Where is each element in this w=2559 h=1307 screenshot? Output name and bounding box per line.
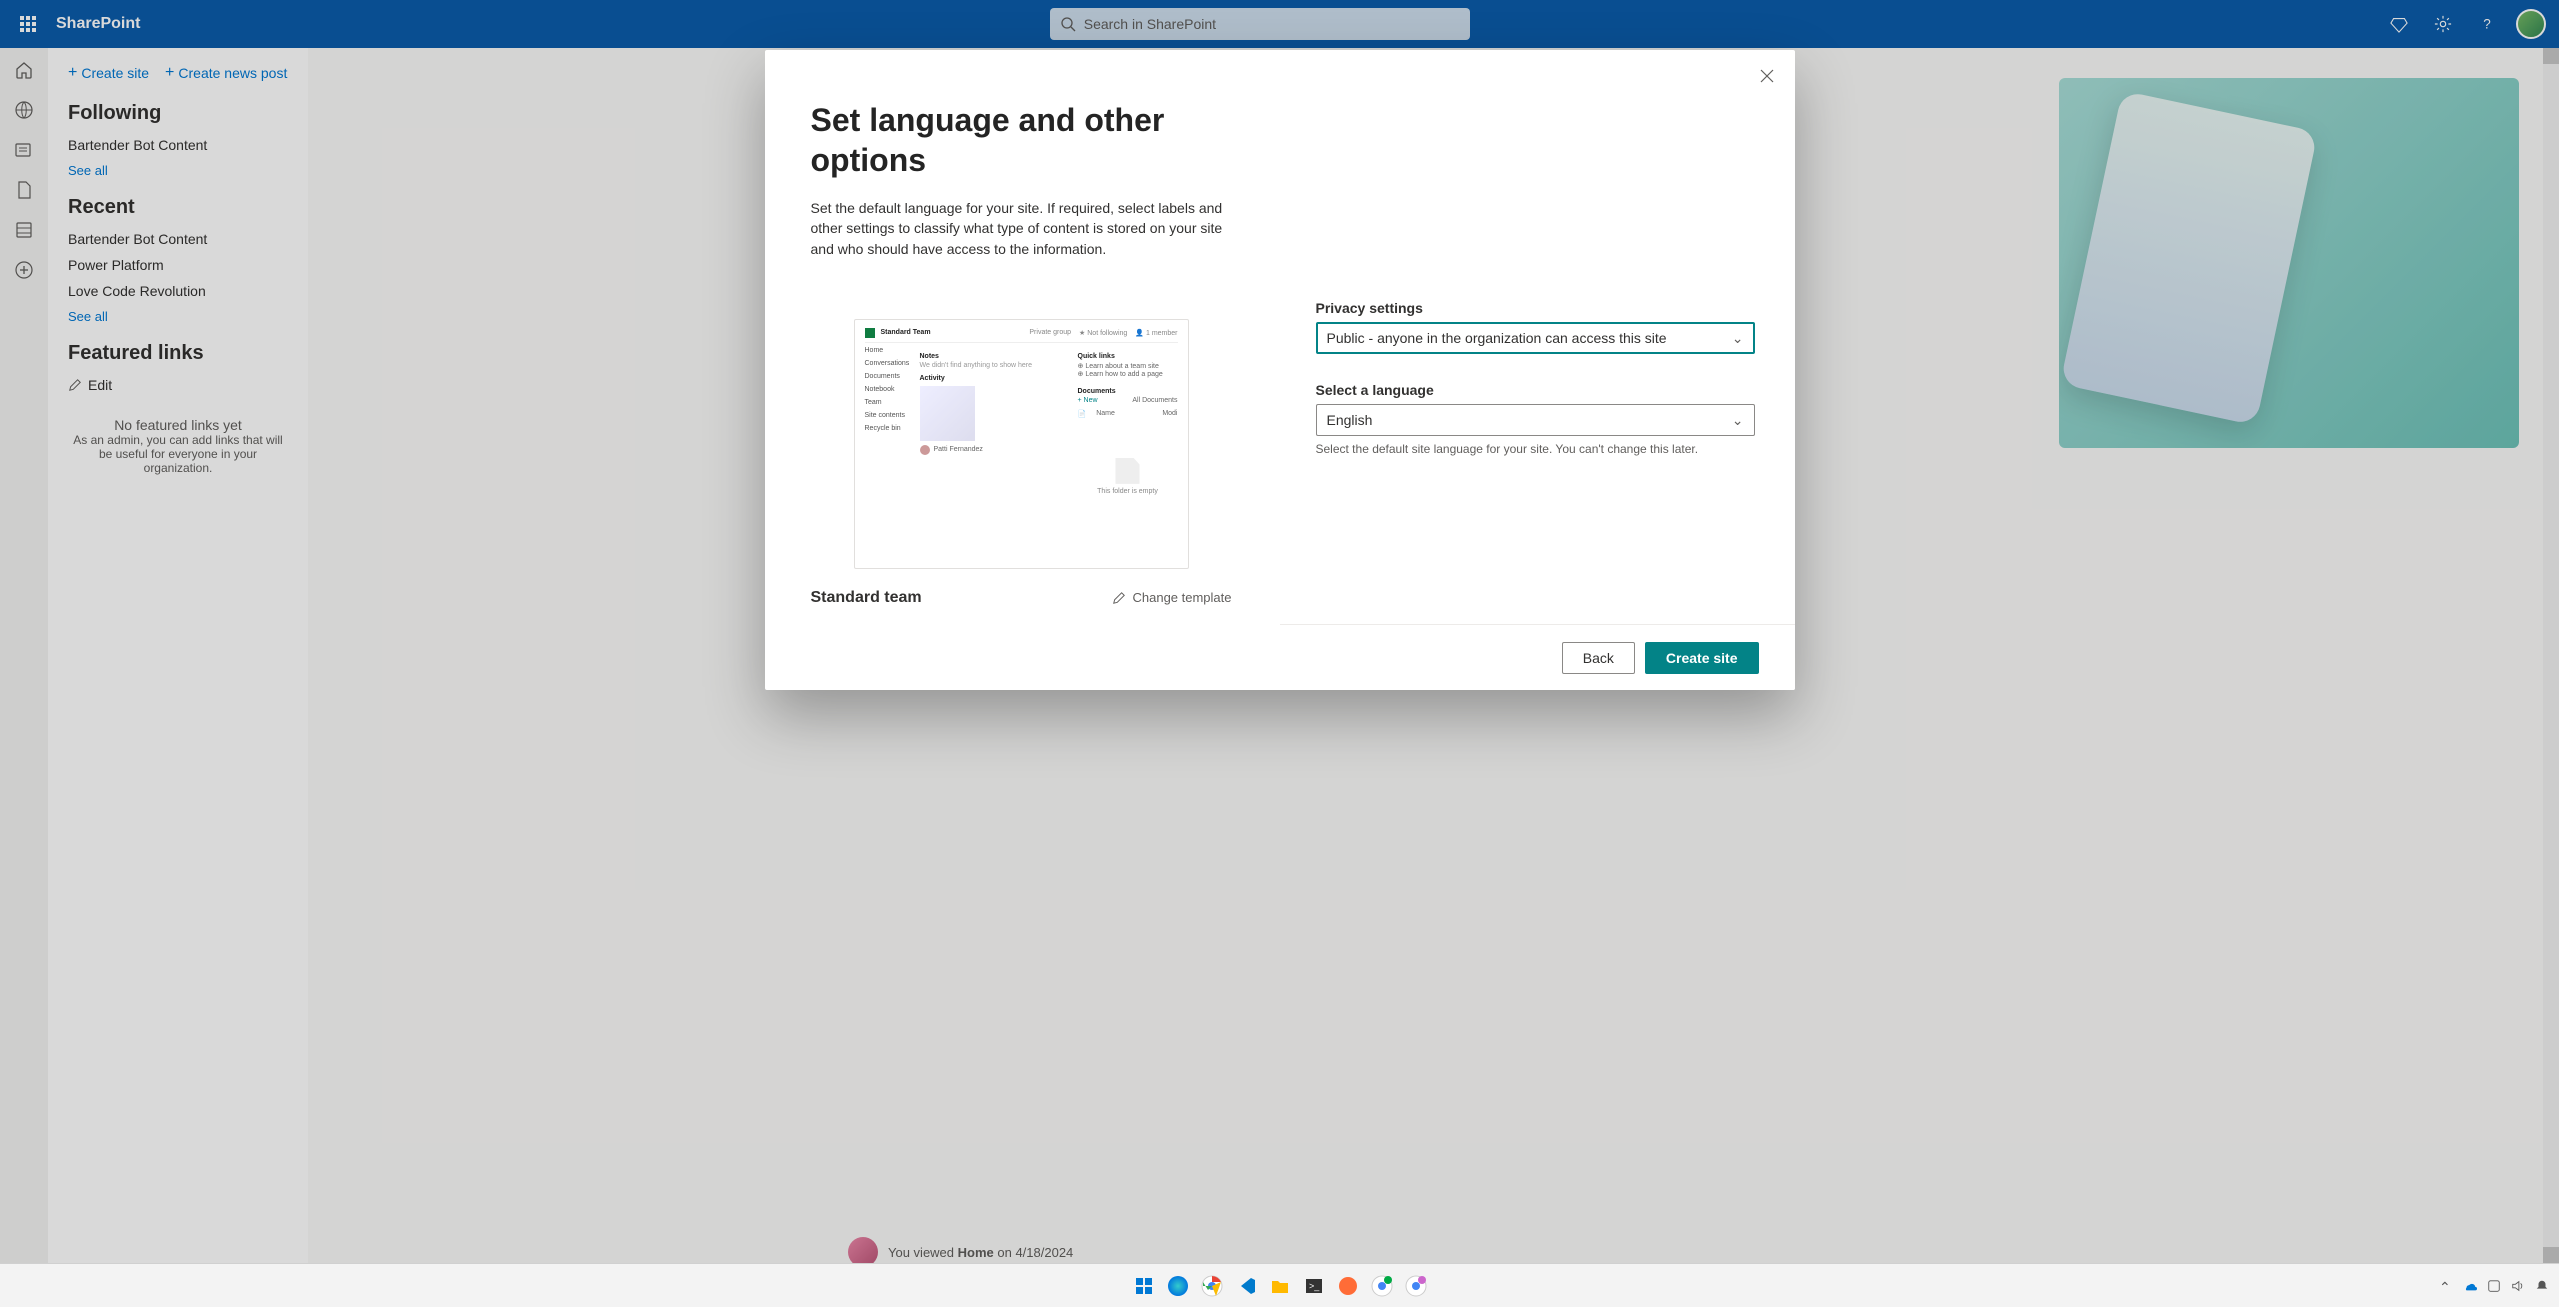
pv-nav-item: Team	[865, 399, 910, 406]
dialog-right-pane: Privacy settings Public - anyone in the …	[1280, 50, 1795, 690]
folder-icon	[1270, 1276, 1290, 1296]
vscode-button[interactable]	[1232, 1272, 1260, 1300]
pv-nav-item: Recycle bin	[865, 425, 910, 432]
system-tray: ⌃	[2439, 1279, 2549, 1293]
vscode-icon	[1236, 1276, 1256, 1296]
template-name: Standard team	[811, 589, 922, 607]
pv-nav-item: Notebook	[865, 386, 910, 393]
pv-docs-all: All Documents	[1132, 397, 1177, 404]
dialog-left-pane: Set language and other options Set the d…	[765, 50, 1280, 690]
language-helper: Select the default site language for you…	[1316, 442, 1755, 456]
pencil-icon	[1112, 591, 1126, 605]
tray-overflow[interactable]: ⌃	[2439, 1279, 2453, 1293]
chrome-icon	[1405, 1275, 1427, 1297]
windows-taskbar: >_ ⌃	[0, 1263, 2559, 1307]
privacy-field: Privacy settings Public - anyone in the …	[1316, 300, 1755, 354]
pv-docs-h: Documents	[1078, 388, 1178, 395]
language-dropdown[interactable]: English ⌄	[1316, 404, 1755, 436]
folder-empty-icon	[1113, 458, 1143, 484]
modal-overlay: Set language and other options Set the d…	[0, 0, 2559, 1307]
change-template-label: Change template	[1132, 590, 1231, 605]
template-row: Standard team Change template	[811, 589, 1232, 607]
privacy-value: Public - anyone in the organization can …	[1327, 330, 1667, 346]
dialog-title: Set language and other options	[811, 100, 1232, 180]
dialog-footer: Back Create site	[1280, 624, 1795, 690]
dialog-description: Set the default language for your site. …	[811, 198, 1231, 259]
language-label: Select a language	[1316, 382, 1755, 398]
taskbar-center: >_	[1130, 1272, 1430, 1300]
pv-activity-card	[920, 386, 975, 441]
preview-site-title: Standard Team	[881, 329, 931, 336]
notifications-icon[interactable]	[2535, 1279, 2549, 1293]
back-label: Back	[1583, 650, 1614, 666]
speaker-icon[interactable]	[2511, 1279, 2525, 1293]
svg-text:>_: >_	[1309, 1281, 1320, 1291]
explorer-button[interactable]	[1266, 1272, 1294, 1300]
pv-col-mod: Modi	[1162, 410, 1177, 418]
pv-notes-line: We didn't find anything to show here	[920, 362, 1068, 369]
start-button[interactable]	[1130, 1272, 1158, 1300]
template-preview: Standard Team Private group★ Not followi…	[854, 319, 1189, 569]
postman-button[interactable]	[1334, 1272, 1362, 1300]
chrome2-button[interactable]	[1368, 1272, 1396, 1300]
pv-docs-new: + New	[1078, 397, 1098, 404]
pv-notes-h: Notes	[920, 353, 1068, 360]
windows-icon	[1134, 1276, 1154, 1296]
pv-quick-2: Learn how to add a page	[1085, 371, 1162, 378]
privacy-dropdown[interactable]: Public - anyone in the organization can …	[1316, 322, 1755, 354]
pv-activity-h: Activity	[920, 375, 1068, 382]
site-square-icon	[865, 328, 875, 338]
edge-button[interactable]	[1164, 1272, 1192, 1300]
pv-nav-item: Documents	[865, 373, 910, 380]
pv-quick-h: Quick links	[1078, 353, 1178, 360]
create-site-button[interactable]: Create site	[1645, 642, 1759, 674]
back-button[interactable]: Back	[1562, 642, 1635, 674]
change-template-link[interactable]: Change template	[1112, 590, 1231, 605]
pv-quick-1: Learn about a team site	[1085, 363, 1159, 370]
create-label: Create site	[1666, 650, 1738, 666]
terminal-button[interactable]: >_	[1300, 1272, 1328, 1300]
create-site-dialog: Set language and other options Set the d…	[765, 50, 1795, 690]
security-icon[interactable]	[2487, 1279, 2501, 1293]
pv-col-name: Name	[1096, 410, 1115, 418]
pv-folder-empty: This folder is empty	[1078, 488, 1178, 495]
onedrive-icon[interactable]	[2463, 1279, 2477, 1293]
pv-person-avatar-icon	[920, 445, 930, 455]
chrome-button[interactable]	[1198, 1272, 1226, 1300]
chevron-down-icon: ⌄	[1732, 330, 1744, 347]
edge-icon	[1167, 1275, 1189, 1297]
chrome-icon	[1201, 1275, 1223, 1297]
pv-nav-item: Conversations	[865, 360, 910, 367]
language-field: Select a language English ⌄ Select the d…	[1316, 382, 1755, 456]
chrome-icon	[1371, 1275, 1393, 1297]
language-value: English	[1327, 412, 1373, 428]
privacy-label: Privacy settings	[1316, 300, 1755, 316]
terminal-icon: >_	[1304, 1276, 1324, 1296]
postman-icon	[1338, 1276, 1358, 1296]
pv-person: Patti Fernandez	[934, 446, 983, 453]
chrome3-button[interactable]	[1402, 1272, 1430, 1300]
pv-nav-item: Home	[865, 347, 910, 354]
pv-nav-item: Site contents	[865, 412, 910, 419]
chevron-down-icon: ⌄	[1732, 412, 1744, 429]
